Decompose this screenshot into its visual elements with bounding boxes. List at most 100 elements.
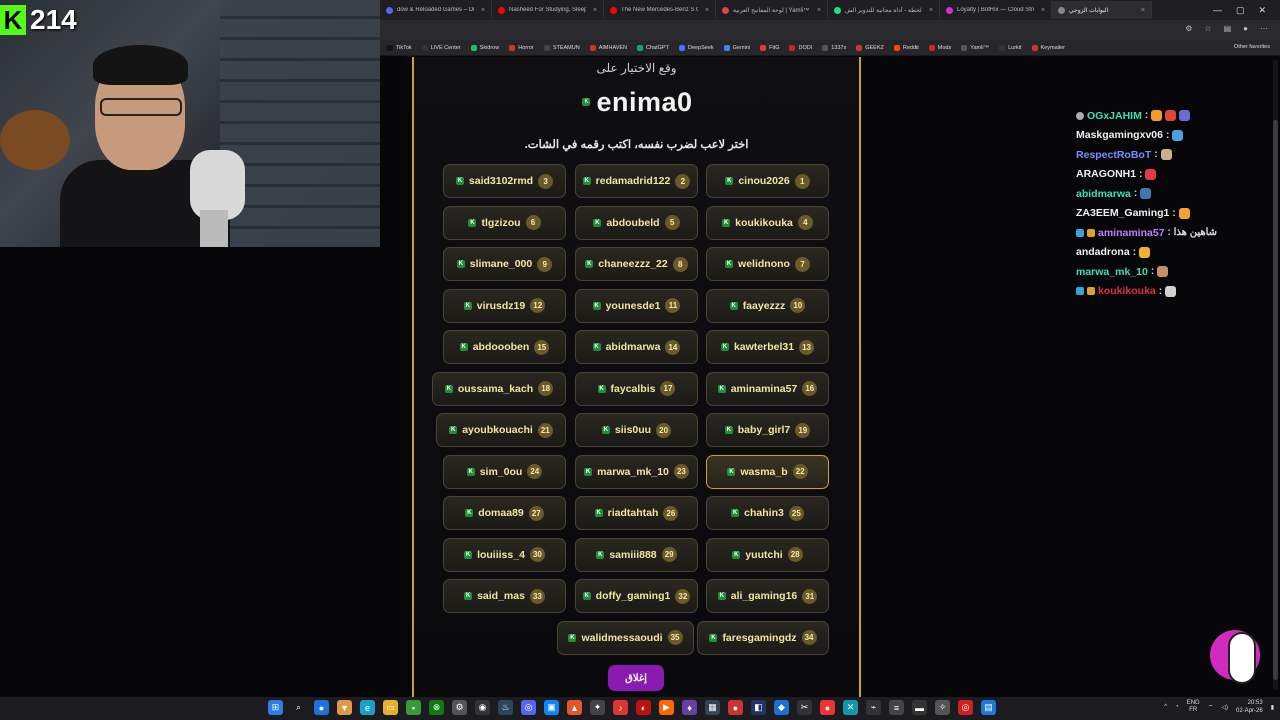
minimize-button[interactable]: — [1213,5,1222,15]
player-button[interactable]: Kayoubkouachi 21 [436,413,566,447]
bookmark-item[interactable]: Yamli™ [956,44,994,51]
chat-username[interactable]: ZA3EEM_Gaming1 [1076,207,1169,219]
browser-tab[interactable]: البوابات الزوجي × [1052,1,1152,19]
player-button[interactable]: Kriadtahtah 26 [575,496,698,530]
app10-icon[interactable]: ◆ [774,700,789,715]
bookmark-item[interactable]: 1337x [817,44,851,51]
app9-icon[interactable]: ◧ [751,700,766,715]
player-button[interactable]: Kwalidmessaoudi 35 [557,620,694,655]
player-button[interactable]: Ksaid3102rmd 3 [443,164,566,198]
browser-tab[interactable]: Nasheed For Studying, Sleep × [492,1,604,19]
address-bar[interactable]: ⚙ ☆ ▤ ● ⋯ [380,20,1280,40]
player-button[interactable]: Ksim_0ou 24 [443,454,566,489]
browser-tab[interactable]: تجنبوا الخطة - أداة مجانية للتدوير الش × [828,1,940,19]
app18-icon[interactable]: ◎ [958,700,973,715]
bookmark-item[interactable]: DeepSeek [674,44,719,51]
extensions-icon[interactable]: ⚙ [1185,24,1192,33]
settings-icon[interactable]: ⚙ [452,700,467,715]
player-button[interactable]: Kvirusdz19 12 [443,288,566,323]
player-button[interactable]: Kwasma_b 22 [706,454,829,489]
player-button[interactable]: Kslimane_000 9 [443,247,566,281]
bookmark-item[interactable]: Mods [924,44,956,51]
browser-icon[interactable]: ● [314,700,329,715]
tab-close-icon[interactable]: × [929,7,933,14]
player-button[interactable]: Kfaresgamingdz 34 [697,620,829,655]
bookmark-item[interactable]: STEAMUN [539,44,585,51]
bookmark-item[interactable]: Keymailer [1027,44,1070,51]
brave-icon[interactable]: ▼ [337,700,352,715]
player-button[interactable]: Kchahin3 25 [706,496,829,530]
app11-icon[interactable]: ✂ [797,700,812,715]
player-button[interactable]: Kabdoooben 15 [443,330,566,364]
tab-close-icon[interactable]: × [1041,7,1045,14]
bookmark-item[interactable]: FitG [755,44,784,51]
app15-icon[interactable]: ≡ [889,700,904,715]
app3-icon[interactable]: ▲ [567,700,582,715]
twitch-icon[interactable]: ♦ [682,700,697,715]
xbox-icon[interactable]: ⊗ [429,700,444,715]
chat-username[interactable]: Maskgamingxv06 [1076,129,1163,141]
chat-username[interactable]: koukikouka [1098,285,1156,297]
bookmark-item[interactable]: LIVE Center [417,44,466,51]
player-button[interactable]: Kredamadrid122 2 [575,164,698,198]
player-button[interactable]: Ktlgzizou 6 [443,205,566,240]
tab-close-icon[interactable]: × [1141,7,1145,14]
player-button[interactable]: Kabidmarwa 14 [575,330,698,364]
app16-icon[interactable]: ▬ [912,700,927,715]
maximize-button[interactable]: ▢ [1236,5,1245,16]
browser-tab[interactable]: Loyalty | BotRix — Cloud Stream × [940,1,1052,19]
collections-icon[interactable]: ▤ [1224,24,1232,33]
obs-icon[interactable]: ◉ [475,700,490,715]
app14-icon[interactable]: ⌁ [866,700,881,715]
player-button[interactable]: Klouiiiss_4 30 [443,537,566,572]
player-button[interactable]: Kmarwa_mk_10 23 [575,454,698,489]
language-indicator[interactable]: ENG FR [1187,700,1200,714]
browser-tab[interactable]: لوحة المفاتيح العربية | Yamli™ محرر × [716,1,828,19]
tray-chevron-icon[interactable]: ^ [1164,704,1167,710]
player-button[interactable]: Kyuutchi 28 [706,537,829,572]
search-icon[interactable]: ⌕ [291,700,306,715]
close-window-button[interactable]: ✕ [1258,5,1266,16]
player-button[interactable]: Kchaneezzz_22 8 [575,247,698,281]
tiktok-icon[interactable]: ♪ [613,700,628,715]
player-button[interactable]: Kwelidnono 7 [706,247,829,281]
player-button[interactable]: Kcinou2026 1 [706,164,829,198]
menu-icon[interactable]: ⋯ [1260,24,1268,33]
tab-close-icon[interactable]: × [817,7,821,14]
app13-icon[interactable]: ✕ [843,700,858,715]
bookmark-item[interactable]: Reddit [889,44,924,51]
bookmark-item[interactable]: Horror [504,44,539,51]
app19-icon[interactable]: ▤ [981,700,996,715]
bookmark-item[interactable]: ChatGPT [632,44,674,51]
other-favorites[interactable]: Other favorites [1234,44,1270,50]
tab-close-icon[interactable]: × [705,7,709,14]
tab-close-icon[interactable]: × [481,7,485,14]
app12-icon[interactable]: ● [820,700,835,715]
player-button[interactable]: Kaminamina57 16 [706,371,829,406]
app17-icon[interactable]: ✧ [935,700,950,715]
chat-username[interactable]: RespectRoBoT [1076,149,1151,161]
app5-icon[interactable]: ◐ [636,700,651,715]
bookmark-item[interactable]: GEEKZ [851,44,889,51]
chat-username[interactable]: aminamina57 [1098,227,1165,239]
volume-icon[interactable]: ◁) [1221,704,1228,711]
player-button[interactable]: Kfaycalbis 17 [575,371,698,406]
app8-icon[interactable]: ● [728,700,743,715]
player-button[interactable]: Kali_gaming16 31 [706,579,829,613]
notifications-icon[interactable]: ▮ [1271,704,1274,711]
chat-username[interactable]: ARAGONH1 [1076,168,1136,180]
player-button[interactable]: Kabdoubeld 5 [575,205,698,240]
chat-username[interactable]: abidmarwa [1076,188,1131,200]
app7-icon[interactable]: ▦ [705,700,720,715]
bookmark-item[interactable]: Lurkit [994,44,1026,51]
player-button[interactable]: Koussama_kach 18 [432,371,566,406]
chat-username[interactable]: marwa_mk_10 [1076,266,1148,278]
app-icon[interactable]: ▪ [406,700,421,715]
favorite-icon[interactable]: ☆ [1204,24,1211,33]
chat-username[interactable]: OGxJAHIM [1087,110,1142,122]
start-icon[interactable]: ⊞ [268,700,283,715]
bookmark-item[interactable]: TikTok [382,44,417,51]
app4-icon[interactable]: ✦ [590,700,605,715]
player-button[interactable]: Kbaby_girl7 19 [706,413,829,447]
player-button[interactable]: Kdoffy_gaming1 32 [575,579,698,613]
